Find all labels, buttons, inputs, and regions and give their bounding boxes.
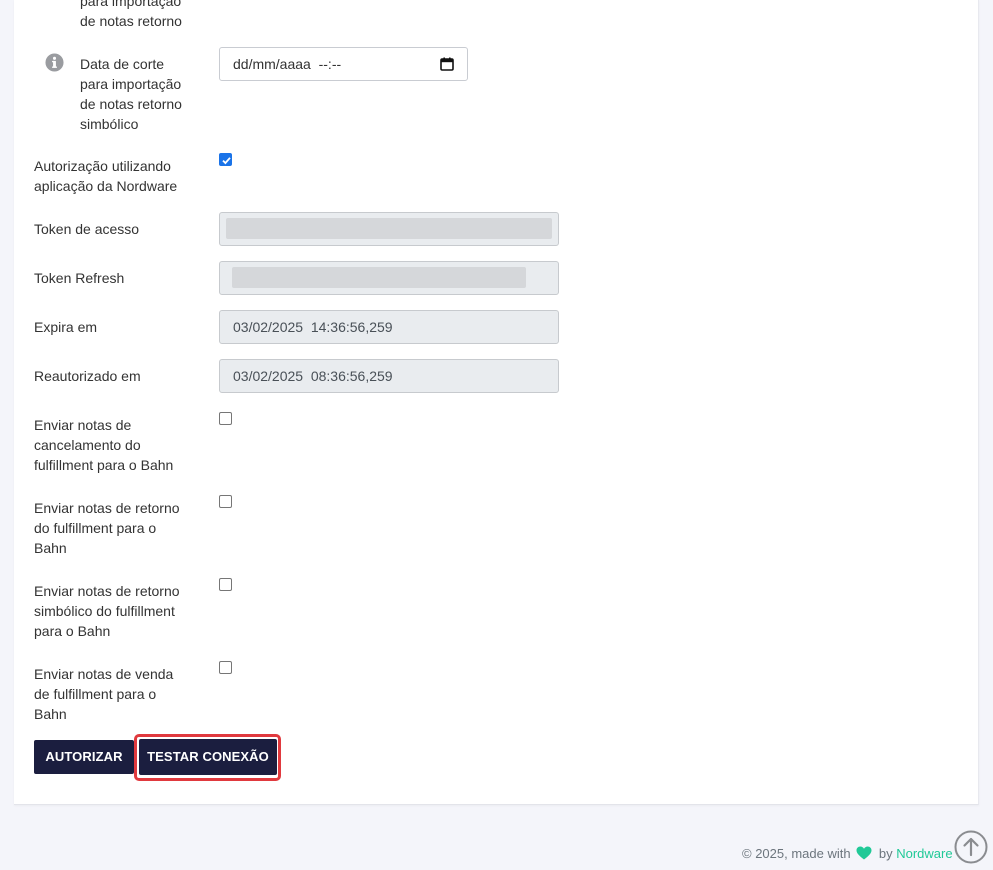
footer-brand-link[interactable]: Nordware xyxy=(896,846,952,861)
nordware-auth-label: Autorização utilizando aplicação da Nord… xyxy=(34,158,178,194)
cut-date-symbolic-label: Data de corte para importação de notas r… xyxy=(80,56,182,132)
reauthorized-value: 03/02/2025 08:36:56,259 xyxy=(233,368,393,384)
send-sale-notes-checkbox[interactable] xyxy=(219,661,232,674)
test-connection-highlight xyxy=(134,734,281,781)
refresh-token-redacted xyxy=(232,267,526,288)
reauthorized-field[interactable]: 03/02/2025 08:36:56,259 xyxy=(219,359,559,393)
check-icon xyxy=(222,157,231,165)
cut-date-partial-label: para importação de notas retorno xyxy=(80,0,182,29)
footer: © 2025, made with by Nordware xyxy=(742,845,953,863)
expires-label: Expira em xyxy=(34,319,98,335)
send-symbolic-return-notes-label: Enviar notas de retorno simbólico do ful… xyxy=(34,583,180,639)
access-token-label: Token de acesso xyxy=(34,221,140,237)
footer-prefix: © 2025, made with xyxy=(742,846,851,861)
send-return-notes-label: Enviar notas de retorno do fulfillment p… xyxy=(34,500,180,556)
expires-value: 03/02/2025 14:36:56,259 xyxy=(233,319,393,335)
authorize-button[interactable]: AUTORIZAR xyxy=(34,740,134,774)
calendar-icon[interactable] xyxy=(440,57,454,71)
access-token-redacted xyxy=(226,218,552,239)
expires-field[interactable]: 03/02/2025 14:36:56,259 xyxy=(219,310,559,344)
send-return-notes-checkbox[interactable] xyxy=(219,495,232,508)
heart-icon xyxy=(856,846,872,860)
arrow-up-circle-icon[interactable] xyxy=(954,830,988,864)
refresh-token-label: Token Refresh xyxy=(34,270,125,286)
access-token-field[interactable] xyxy=(219,212,559,246)
footer-by: by xyxy=(878,846,893,861)
info-icon[interactable] xyxy=(45,53,64,72)
send-cancel-notes-label: Enviar notas de cancelamento do fulfillm… xyxy=(34,417,174,473)
settings-card: para importação de notas retorno Data de… xyxy=(14,0,979,805)
send-symbolic-return-notes-checkbox[interactable] xyxy=(219,578,232,591)
date-placeholder: dd/mm/aaaa --:-- xyxy=(233,56,342,72)
refresh-token-field[interactable] xyxy=(219,261,559,295)
reauthorized-label: Reautorizado em xyxy=(34,368,141,384)
nordware-auth-checkbox[interactable] xyxy=(219,153,232,166)
send-sale-notes-label: Enviar notas de venda de fulfillment par… xyxy=(34,666,174,722)
cut-date-symbolic-input[interactable]: dd/mm/aaaa --:-- xyxy=(219,47,468,81)
send-cancel-notes-checkbox[interactable] xyxy=(219,412,232,425)
